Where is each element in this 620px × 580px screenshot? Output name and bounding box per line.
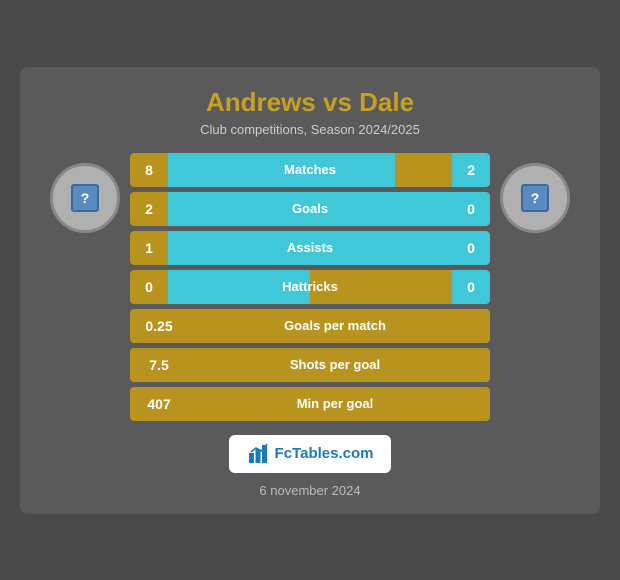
left-avatar-circle: ? bbox=[50, 163, 120, 233]
stat-row: 1Assists0 bbox=[130, 231, 490, 265]
stats-area: 8Matches22Goals01Assists00Hattricks00.25… bbox=[130, 153, 490, 421]
stat-left-value: 2 bbox=[130, 192, 168, 226]
brand-tables: Tables.com bbox=[292, 445, 373, 462]
stat-row: 0Hattricks0 bbox=[130, 270, 490, 304]
stat-single-value: 7.5 bbox=[130, 348, 180, 382]
branding: FcTables.com bbox=[40, 435, 580, 473]
stat-center: Matches bbox=[168, 153, 452, 187]
stat-single-value: 0.25 bbox=[130, 309, 180, 343]
stat-label: Goals bbox=[168, 192, 452, 226]
stat-single-value: 407 bbox=[130, 387, 180, 421]
right-avatar-circle: ? bbox=[500, 163, 570, 233]
stat-center: Goals bbox=[168, 192, 452, 226]
brand-icon bbox=[247, 443, 269, 465]
brand-text: FcTables.com bbox=[275, 445, 374, 462]
header: Andrews vs Dale Club competitions, Seaso… bbox=[40, 87, 580, 137]
stat-right-value: 0 bbox=[452, 192, 490, 226]
subtitle: Club competitions, Season 2024/2025 bbox=[40, 122, 580, 137]
stat-row: 8Matches2 bbox=[130, 153, 490, 187]
stat-center: Assists bbox=[168, 231, 452, 265]
stat-row: 7.5Shots per goal bbox=[130, 348, 490, 382]
stat-row: 2Goals0 bbox=[130, 192, 490, 226]
stat-right-value: 0 bbox=[452, 270, 490, 304]
stat-label: Shots per goal bbox=[180, 357, 490, 372]
right-avatar-placeholder: ? bbox=[521, 184, 549, 212]
left-avatar-placeholder: ? bbox=[71, 184, 99, 212]
stat-row: 0.25Goals per match bbox=[130, 309, 490, 343]
brand-box: FcTables.com bbox=[229, 435, 392, 473]
brand-fc: Fc bbox=[275, 445, 293, 462]
main-card: Andrews vs Dale Club competitions, Seaso… bbox=[20, 67, 600, 514]
stat-label: Assists bbox=[168, 231, 452, 265]
content-area: ? 8Matches22Goals01Assists00Hattricks00.… bbox=[40, 153, 580, 421]
avatar-left: ? bbox=[40, 153, 130, 233]
avatar-right: ? bbox=[490, 153, 580, 233]
stat-label: Hattricks bbox=[168, 270, 452, 304]
stat-row: 407Min per goal bbox=[130, 387, 490, 421]
page-title: Andrews vs Dale bbox=[40, 87, 580, 118]
stat-left-value: 8 bbox=[130, 153, 168, 187]
date-text: 6 november 2024 bbox=[40, 483, 580, 498]
stat-label: Min per goal bbox=[180, 396, 490, 411]
stat-label: Matches bbox=[168, 153, 452, 187]
stat-right-value: 0 bbox=[452, 231, 490, 265]
stat-center: Hattricks bbox=[168, 270, 452, 304]
stat-left-value: 0 bbox=[130, 270, 168, 304]
stat-left-value: 1 bbox=[130, 231, 168, 265]
stat-right-value: 2 bbox=[452, 153, 490, 187]
stat-label: Goals per match bbox=[180, 318, 490, 333]
